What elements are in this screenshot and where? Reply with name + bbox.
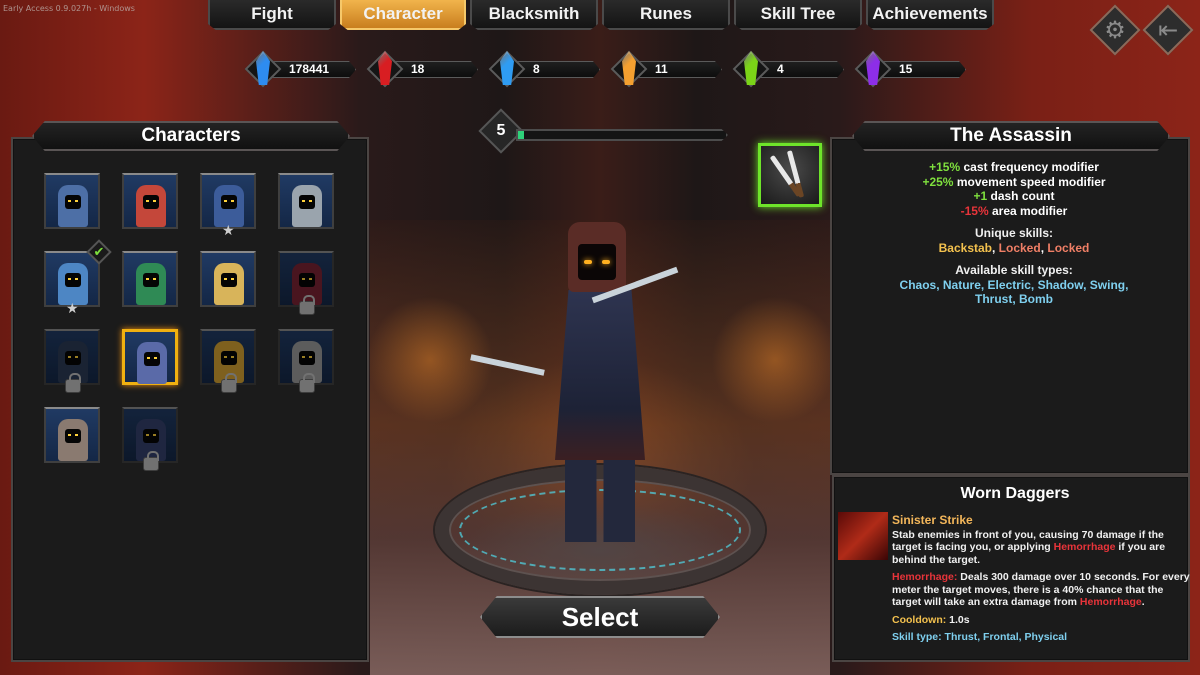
character-slot-golden-paladin[interactable] (200, 251, 256, 307)
modifier-line: +1 dash count (973, 189, 1055, 203)
lock-icon (143, 451, 159, 471)
character-grid: ★ ★ ✔ (44, 173, 334, 471)
select-button[interactable]: Select (480, 596, 720, 638)
currency-blue-gem: 178441 (244, 50, 358, 88)
tab-skill-tree[interactable]: Skill Tree (734, 0, 862, 30)
currency-value: 18 (390, 61, 478, 78)
currency-bar: 178441 18 8 11 4 15 (244, 50, 968, 88)
level-value: 5 (496, 122, 506, 139)
currency-value: 15 (878, 61, 966, 78)
exit-door-icon: ⇤ (1157, 16, 1179, 44)
skill-types-line: Thrust, Bomb (975, 292, 1053, 306)
lock-icon (299, 295, 315, 315)
character-slot-demon[interactable] (278, 251, 334, 315)
lock-icon (65, 373, 81, 393)
skill-description: Sinister Strike Stab enemies in front of… (892, 514, 1192, 649)
character-model-assassin (470, 222, 679, 542)
currency-value: 8 (512, 61, 600, 78)
characters-panel-title: Characters (141, 125, 241, 146)
tab-blacksmith[interactable]: Blacksmith (470, 0, 598, 30)
modifier-line: +15% cast frequency modifier (929, 160, 1099, 174)
character-slot-horned-warrior[interactable] (44, 407, 100, 463)
unique-skills-list: Backstab, Locked, Locked (938, 240, 1090, 255)
characters-panel-header: Characters (32, 121, 350, 151)
character-slot-ice-knight[interactable] (278, 173, 334, 229)
character-slot-viking[interactable] (44, 173, 100, 229)
exit-button[interactable]: ⇤ (1142, 4, 1194, 56)
lock-icon (299, 373, 315, 393)
checkmark-icon: ✔ (86, 239, 112, 265)
currency-orange-gem: 11 (610, 50, 724, 88)
xp-progress-bar (516, 129, 728, 141)
character-slot-arcane-mage[interactable]: ★ ✔ (44, 239, 112, 317)
currency-red-gem: 18 (366, 50, 480, 88)
character-slot-red-mage[interactable] (122, 173, 178, 229)
character-slot-treant[interactable] (200, 329, 256, 393)
hemorrhage-keyword: Hemorrhage (1053, 541, 1116, 553)
tab-achievements[interactable]: Achievements (866, 0, 994, 30)
currency-value: 11 (634, 61, 722, 78)
modifier-line: -15% area modifier (960, 203, 1068, 218)
tab-fight[interactable]: Fight (208, 0, 336, 30)
hemorrhage-desc: Hemorrhage: Deals 300 damage over 10 sec… (892, 571, 1190, 608)
skill-types-label: Available skill types: (955, 263, 1073, 277)
character-slot-shadow[interactable] (44, 329, 100, 393)
unique-skills-label: Unique skills: (974, 226, 1054, 240)
character-slot-assassin[interactable] (122, 329, 178, 385)
cooldown-line: Cooldown: 1.0s (892, 613, 970, 626)
character-slot-gunslinger[interactable]: ★ (200, 173, 256, 239)
currency-cyan-blue-gem: 8 (488, 50, 602, 88)
star-icon: ★ (222, 223, 235, 239)
character-stats: +15% cast frequency modifier +25% moveme… (834, 160, 1194, 307)
modifier-line: +25% movement speed modifier (922, 174, 1106, 189)
skill-desc-text: Stab enemies in front of you, causing 70… (892, 528, 1166, 566)
currency-green-gem: 4 (732, 50, 846, 88)
lock-icon (221, 373, 237, 393)
character-slot-spartan[interactable] (278, 329, 334, 393)
xp-progress-fill (518, 131, 525, 139)
main-nav-tabs: Fight Character Blacksmith Runes Skill T… (208, 0, 994, 30)
skill-name: Sinister Strike (892, 513, 973, 527)
gear-icon: ⚙ (1104, 16, 1126, 44)
character-slot-nature-druid[interactable] (122, 251, 178, 307)
currency-value: 4 (756, 61, 844, 78)
skill-type-line: Skill type: Thrust, Frontal, Physical (892, 631, 1068, 643)
currency-value: 178441 (268, 61, 356, 78)
character-details-header: The Assassin (852, 121, 1170, 151)
skill-types-line: Chaos, Nature, Electric, Shadow, Swing, (899, 277, 1129, 292)
weapon-name: Worn Daggers (960, 485, 1070, 502)
currency-purple-gem: 15 (854, 50, 968, 88)
tab-runes[interactable]: Runes (602, 0, 730, 30)
character-slot-minotaur[interactable] (122, 407, 178, 471)
weapon-slot[interactable] (758, 143, 822, 207)
tab-character[interactable]: Character (340, 0, 466, 30)
star-icon: ★ (66, 301, 79, 317)
character-name: The Assassin (950, 125, 1072, 146)
version-label: Early Access 0.9.027h - Windows (3, 4, 135, 13)
settings-button[interactable]: ⚙ (1089, 4, 1141, 56)
sinister-strike-skill-icon (838, 512, 888, 560)
